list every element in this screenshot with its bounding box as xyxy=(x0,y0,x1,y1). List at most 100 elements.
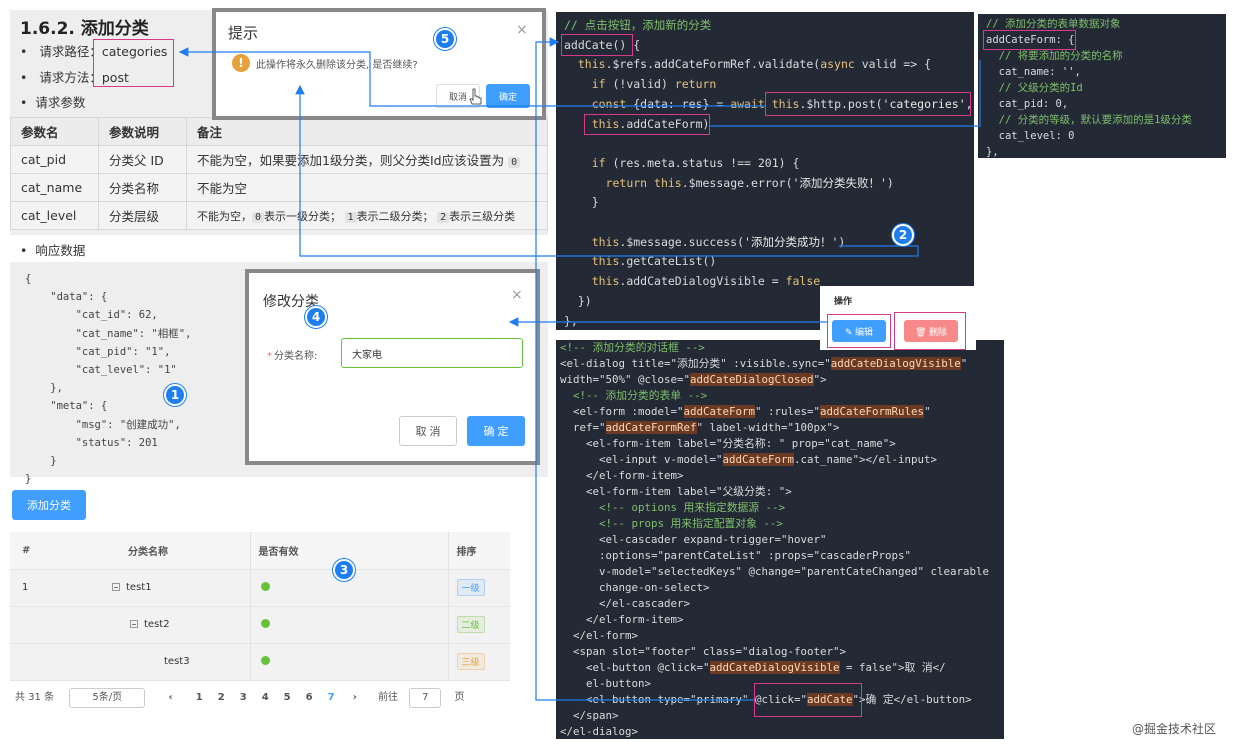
json-line: "cat_pid": "1", xyxy=(25,345,171,358)
highlight-box-delete xyxy=(894,312,966,350)
response-label: 响应数据 xyxy=(20,240,85,259)
row-index xyxy=(10,606,62,644)
add-category-button[interactable]: 添加分类 xyxy=(12,490,86,520)
step-badge-4: 4 xyxy=(305,306,327,328)
code-line: }, xyxy=(986,146,999,158)
row-valid xyxy=(250,606,449,644)
table-row: test3 三级 xyxy=(10,643,510,681)
close-icon[interactable]: × xyxy=(516,22,528,38)
code-line: <!-- props 用来指定配置对象 --> xyxy=(560,517,783,530)
param-note-text: 表示二级分类； xyxy=(356,209,434,223)
code-line: // 将要添加的分类的名称 xyxy=(986,50,1123,62)
response-json: { "data": { "cat_id": 62, "cat_name": "相… xyxy=(25,270,191,488)
params-row: cat_name 分类名称 不能为空 xyxy=(10,173,548,202)
step-badge-5: 5 xyxy=(434,28,456,50)
category-table: # 分类名称 是否有效 排序 1 test1 一级 test2 二级 test3 三级 xyxy=(10,532,510,681)
page-number[interactable]: 1 xyxy=(196,692,203,703)
highlight-box-post xyxy=(765,92,971,116)
col-sort: 排序 xyxy=(448,532,510,570)
page-number[interactable]: 3 xyxy=(240,692,247,703)
code-line: </el-form-item> xyxy=(560,613,684,626)
category-name-input[interactable] xyxy=(341,338,523,368)
page-number[interactable]: 2 xyxy=(218,692,225,703)
pager-pages: 1 2 3 4 5 6 7 xyxy=(196,692,350,703)
code-line: <el-form-item label="父级分类: "> xyxy=(560,485,792,498)
code-line: </el-cascader> xyxy=(560,597,691,610)
check-circle-icon xyxy=(260,581,270,591)
params-header-note: 备注 xyxy=(186,117,548,146)
code-line: // 分类的等级，默认要添加的是1级分类 xyxy=(986,114,1192,126)
code-line: <el-form :model="addCateForm" :rules="ad… xyxy=(560,405,931,418)
json-line: "data": { xyxy=(25,291,108,304)
row-name-cell: test1 xyxy=(62,569,251,607)
code-addcate-method: // 点击按钮，添加新的分类 addCate() { this.$refs.add… xyxy=(556,12,974,330)
code-line: cat_name: '', xyxy=(986,66,1081,78)
watermark: @掘金技术社区 xyxy=(1132,722,1217,736)
value-chip: 0 xyxy=(252,211,265,223)
prev-page-icon[interactable]: ‹ xyxy=(168,692,172,703)
goto-page-input[interactable]: 7 xyxy=(409,688,442,708)
row-name: test3 xyxy=(164,656,190,667)
confirm-ok-button[interactable]: 确定 xyxy=(486,84,530,108)
edit-category-dialog: 修改分类 × *分类名称: 取 消 确 定 xyxy=(245,269,540,465)
collapse-icon[interactable] xyxy=(130,620,138,628)
page-number[interactable]: 7 xyxy=(328,692,335,703)
params-row: cat_level 分类层级 不能为空， 0 表示一级分类； 1 表示二级分类； 2表… xyxy=(10,201,548,230)
row-name: test2 xyxy=(144,619,170,630)
params-row: cat_pid 分类父 ID 不能为空，如果要添加1级分类，则父分类Id应该设置… xyxy=(10,145,548,174)
hand-cursor-icon xyxy=(469,88,482,105)
table-row: test2 二级 xyxy=(10,606,510,644)
level-tag: 一级 xyxy=(456,579,485,596)
code-line: v-model="selectedKeys" @change="parentCa… xyxy=(560,565,990,578)
confirm-dialog: 提示 × ! 此操作将永久删除该分类, 是否继续? 取消 确定 xyxy=(212,8,546,120)
check-circle-icon xyxy=(260,618,270,628)
step-badge-3: 3 xyxy=(333,559,355,581)
page-number[interactable]: 5 xyxy=(284,692,291,703)
row-index: 1 xyxy=(10,569,62,607)
operations-title: 操作 xyxy=(834,297,853,307)
code-dialog-template: <!-- 添加分类的对话框 --> <el-dialog title="添加分类"… xyxy=(556,340,1004,739)
param-note: 不能为空， 0 表示一级分类； 1 表示二级分类； 2 表示三级分类 xyxy=(186,201,548,230)
json-line: } xyxy=(25,473,32,486)
highlight-box-click-addcate xyxy=(754,683,862,717)
code-line: change-on-select> xyxy=(560,581,710,594)
code-line: <el-dialog title="添加分类" :visible.sync="a… xyxy=(560,357,968,370)
confirm-message: 此操作将永久删除该分类, 是否继续? xyxy=(256,60,418,71)
code-line: :options="parentCateList" :props="cascad… xyxy=(560,549,912,562)
category-name-label: * 分类名称: xyxy=(267,347,317,362)
code-line: width="50%" @close="addCateDialogClosed"… xyxy=(560,373,827,386)
params-header-name: 参数名 xyxy=(10,117,99,146)
params-header-desc: 参数说明 xyxy=(98,117,187,146)
param-note-text: 表示一级分类； xyxy=(264,209,342,223)
json-line: "msg": "创建成功", xyxy=(25,418,181,431)
row-level: 三级 xyxy=(448,643,510,681)
code-line: ref="addCateFormRef" label-width="100px"… xyxy=(560,421,840,434)
row-name-cell: test3 xyxy=(62,643,251,681)
json-line: "cat_level": "1" xyxy=(25,364,177,377)
next-page-icon[interactable]: › xyxy=(353,692,357,703)
highlight-box-form-object xyxy=(983,30,1076,50)
level-tag: 二级 xyxy=(456,616,485,633)
edit-ok-button[interactable]: 确 定 xyxy=(467,416,525,446)
row-valid xyxy=(250,643,449,681)
value-chip: 2 xyxy=(437,211,450,223)
collapse-icon[interactable] xyxy=(112,583,120,591)
required-mark: * xyxy=(267,351,272,362)
code-line: // 点击按钮，添加新的分类 xyxy=(564,18,712,32)
param-desc: 分类层级 xyxy=(98,201,187,230)
code-line: <el-button @click="addCateDialogVisible … xyxy=(560,661,946,674)
edit-cancel-button[interactable]: 取 消 xyxy=(399,416,457,446)
row-level: 一级 xyxy=(448,569,510,607)
goto-suffix: 页 xyxy=(454,692,465,703)
code-line: </el-dialog> xyxy=(560,725,639,738)
code-line: <el-form-item label="分类名称: " prop="cat_n… xyxy=(560,437,896,450)
json-line: "cat_id": 62, xyxy=(25,309,158,322)
code-line: cat_level: 0 xyxy=(986,130,1075,142)
page-size-select[interactable]: 5条/页 xyxy=(69,688,146,708)
code-line: <el-cascader expand-trigger="hover" xyxy=(560,533,827,546)
category-table-body: 1 test1 一级 test2 二级 test3 三级 xyxy=(10,569,510,681)
page-number[interactable]: 4 xyxy=(262,692,269,703)
page-number[interactable]: 6 xyxy=(306,692,313,703)
close-icon[interactable]: × xyxy=(511,287,523,303)
param-name: cat_pid xyxy=(10,145,99,174)
